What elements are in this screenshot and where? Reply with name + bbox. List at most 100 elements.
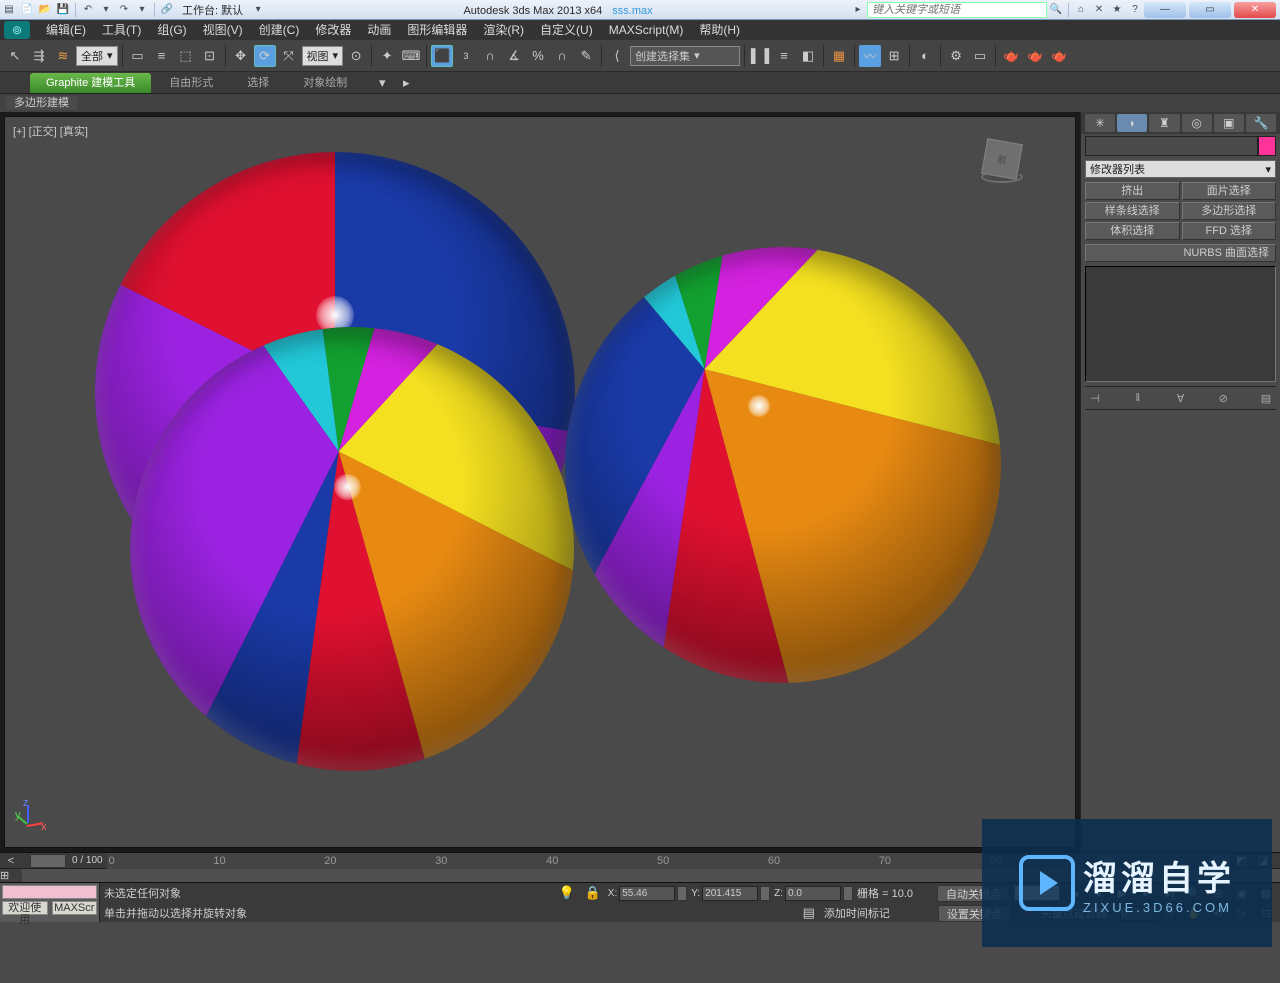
modifier-btn-2[interactable]: 样条线选择 [1085,202,1180,220]
time-config-icon[interactable]: ⏱ [1158,902,1180,924]
mirror-icon[interactable]: ▌▐ [749,45,771,67]
undo-icon[interactable]: ↶ [80,2,96,18]
favorites-icon[interactable]: ★ [1109,2,1125,18]
search-input[interactable] [867,2,1047,18]
isolate-icon[interactable]: 🔒 [582,882,604,904]
fov-icon[interactable]: ▷ [1232,904,1252,922]
auto-key-button[interactable]: 自动关键点 [937,885,1010,902]
modifier-stack[interactable] [1085,266,1276,382]
percent-snap-icon[interactable]: ∩ [479,45,501,67]
help-icon[interactable]: ? [1127,2,1143,18]
track-toggle-icon[interactable]: ⊞ [0,869,22,882]
prev-frame-icon[interactable]: ◂ [1088,884,1108,902]
hierarchy-tab-icon[interactable]: ♜ [1149,114,1179,132]
minimize-button[interactable]: — [1144,2,1186,18]
goto-end-icon[interactable]: ▸| [1160,884,1180,902]
goto-start-icon[interactable]: |◂ [1064,884,1084,902]
play-icon[interactable]: ▶ [1112,884,1132,902]
new-icon[interactable]: 📄 [19,2,35,18]
menu-11[interactable]: 帮助(H) [691,20,748,40]
viewcube[interactable]: 前 [979,137,1025,183]
app-logo-icon[interactable]: ⊚ [4,21,30,39]
timeline-start-icon[interactable]: < [0,855,22,867]
zoom-icon[interactable]: 🔍 [1184,884,1204,902]
zoom-all-icon[interactable]: ⊞ [1208,884,1228,902]
select-by-name-icon[interactable]: ≡ [151,45,173,67]
display-tab-icon[interactable]: ▣ [1214,114,1244,132]
motion-tab-icon[interactable]: ◎ [1182,114,1212,132]
use-pivot-center-icon[interactable]: ⊙ [345,45,367,67]
ribbon-tab-graphite[interactable]: Graphite 建模工具 [30,73,151,93]
layer-manager-icon[interactable]: ◧ [797,45,819,67]
subscription-icon[interactable]: ⌂ [1073,2,1089,18]
max-viewport-icon[interactable]: ⊡ [1256,904,1276,922]
selection-filter-dropdown[interactable]: 全部▾ [76,46,118,66]
add-time-tag[interactable]: 添加时间标记 [824,905,890,921]
menu-2[interactable]: 组(G) [149,20,194,40]
coord-z-input[interactable] [785,886,841,901]
maximize-button[interactable]: ▭ [1189,2,1231,18]
coord-x-input[interactable] [619,886,675,901]
graphite-toggle-icon[interactable]: ▦ [828,45,850,67]
app-menu-icon[interactable]: ▤ [1,2,17,18]
key-filters-button[interactable]: 关键点过滤器... [1041,905,1116,921]
modifier-btn-nurbs[interactable]: NURBS 曲面选择 [1085,244,1276,262]
timeline-toggle2-icon[interactable]: ◪ [1258,854,1280,868]
open-icon[interactable]: 📂 [37,2,53,18]
move-icon[interactable]: ✥ [230,45,252,67]
coord-y-input[interactable] [702,886,758,901]
select-object-icon[interactable]: ▭ [127,45,149,67]
redo-dd-icon[interactable]: ▾ [134,2,150,18]
modifier-btn-3[interactable]: 多边形选择 [1182,202,1277,220]
viewport[interactable]: [+] [正交] [真实] 前 [4,116,1076,848]
modifier-btn-5[interactable]: FFD 选择 [1182,222,1277,240]
lock-selection-icon[interactable]: 💡 [556,882,578,904]
keyboard-shortcut-icon[interactable]: ⌨ [400,45,422,67]
ribbon-tab-freeform[interactable]: 自由形式 [153,73,229,93]
key-selection-dropdown[interactable]: 选定对 [1014,885,1060,901]
infocenter-dd-icon[interactable]: ▸ [850,2,866,18]
align-icon[interactable]: ≡ [773,45,795,67]
select-link-icon[interactable]: ↖ [4,45,26,67]
select-region-rect-icon[interactable]: ⬚ [175,45,197,67]
workspace-label[interactable]: 工作台: 默认 [176,2,249,18]
render-setup-icon[interactable]: ⚙ [945,45,967,67]
ref-coord-dropdown[interactable]: 视图▾ [302,46,344,66]
modifier-btn-0[interactable]: 挤出 [1085,182,1180,200]
next-frame-icon[interactable]: ▸ [1136,884,1156,902]
create-tab-icon[interactable]: ✳ [1085,114,1115,132]
render-iterative-icon[interactable]: 🫖 [1024,45,1046,67]
menu-0[interactable]: 编辑(E) [38,20,94,40]
render-production-icon[interactable]: 🫖 [1000,45,1022,67]
ribbon-panel-title[interactable]: 多边形建模 [0,94,1280,112]
y-spinner[interactable] [760,886,770,901]
bind-space-warp-icon[interactable]: ≋ [52,45,74,67]
modify-tab-icon[interactable]: ◗ [1117,114,1147,132]
exchange-icon[interactable]: ✕ [1091,2,1107,18]
menu-6[interactable]: 动画 [359,20,399,40]
menu-10[interactable]: MAXScript(M) [601,20,692,40]
welcome-button[interactable]: 欢迎使用 [2,901,48,915]
select-window-crossing-icon[interactable]: ⊡ [199,45,221,67]
ribbon-tab-selection[interactable]: 选择 [231,73,285,93]
named-sel-prev-icon[interactable]: ⟨ [606,45,628,67]
menu-9[interactable]: 自定义(U) [532,20,601,40]
pan-icon[interactable]: ✋ [1184,904,1204,922]
save-icon[interactable]: 💾 [55,2,71,18]
set-key-button[interactable]: 设置关键点 [938,905,1011,922]
pin-stack-icon[interactable]: ⊣ [1085,389,1105,407]
select-manipulate-icon[interactable]: ✦ [376,45,398,67]
unlink-icon[interactable]: ⇶ [28,45,50,67]
menu-1[interactable]: 工具(T) [94,20,149,40]
current-frame-input[interactable] [1120,906,1154,921]
viewport-label[interactable]: [+] [正交] [真实] [13,123,88,139]
menu-5[interactable]: 修改器 [307,20,359,40]
ribbon-expand-icon[interactable]: ▾ [371,72,393,94]
key-mode-icon[interactable]: 〰 [1015,902,1037,924]
undo-dd-icon[interactable]: ▾ [98,2,114,18]
comm-center-icon[interactable]: ▤ [798,902,820,924]
edit-named-sel-icon[interactable]: ✎ [575,45,597,67]
close-button[interactable]: ✕ [1234,2,1276,18]
orbit-icon[interactable]: ⟲ [1208,904,1228,922]
snap-vertex-icon[interactable]: ∩ [551,45,573,67]
